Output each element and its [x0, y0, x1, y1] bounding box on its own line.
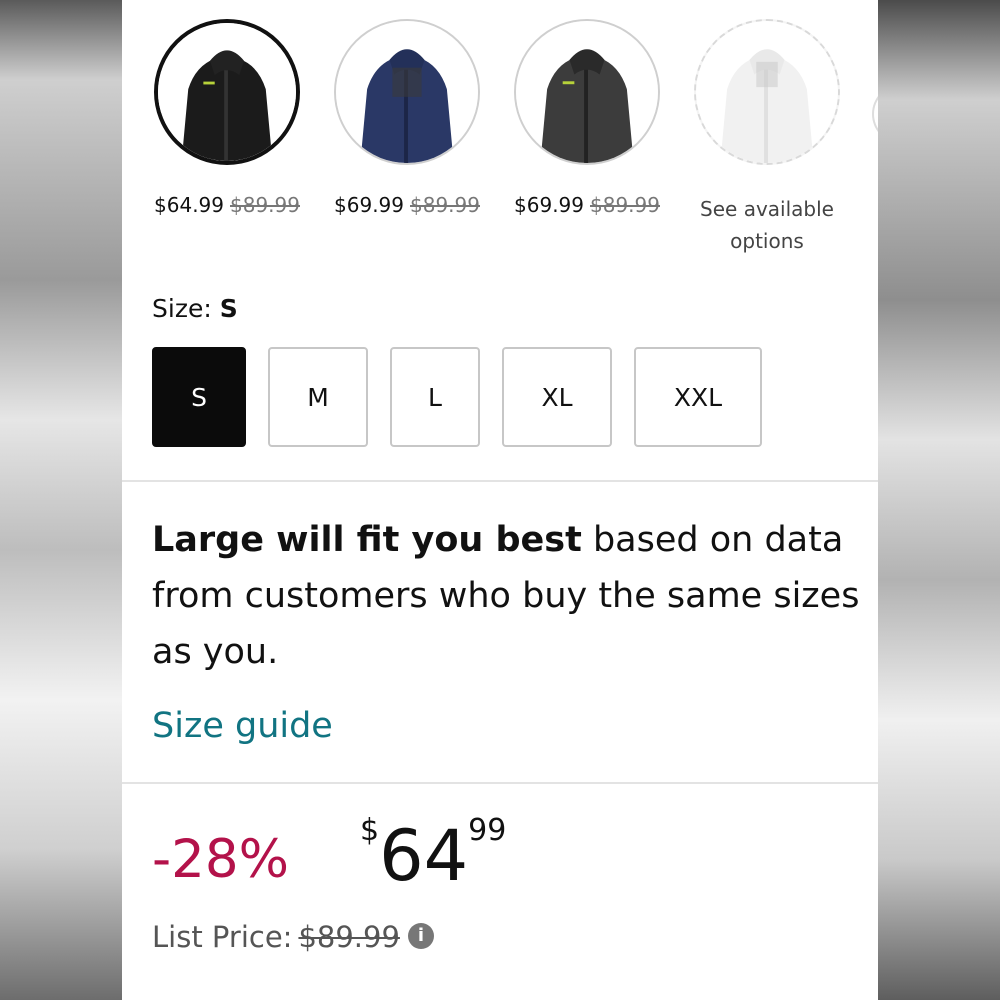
product-page: $64.99 $89.99 $69.99 $89.99 $69.99 $89.9…: [122, 0, 878, 1000]
swatch-white-availability: See available options: [700, 197, 834, 253]
next-swatch-partial[interactable]: [872, 84, 878, 144]
info-icon[interactable]: i: [407, 923, 434, 949]
swatch-white-image: [694, 19, 840, 165]
size-button-m[interactable]: M: [268, 347, 368, 447]
background-left: [0, 0, 122, 1000]
size-guide-link[interactable]: Size guide: [152, 706, 333, 746]
swatch-grey-image: [514, 19, 660, 165]
list-price: List Price: $89.99 i: [152, 920, 434, 954]
fit-recommendation: Large will fit you best based on data fr…: [152, 520, 860, 672]
size-button-xl[interactable]: XL: [502, 347, 612, 447]
price-row: -28% $6499: [152, 813, 852, 905]
divider: [122, 782, 878, 784]
divider: [122, 480, 878, 482]
swatch-navy-image: [334, 19, 480, 165]
background-right: [878, 0, 1000, 1000]
size-button-xxl[interactable]: XXL: [634, 347, 762, 447]
swatch-white[interactable]: See available options: [682, 14, 852, 257]
swatch-grey[interactable]: $69.99 $89.99: [502, 14, 672, 217]
size-button-s[interactable]: S: [152, 347, 246, 447]
discount-percent: -28%: [152, 829, 289, 890]
swatch-black-price: $64.99 $89.99: [154, 193, 300, 217]
color-swatches: $64.99 $89.99 $69.99 $89.99 $69.99 $89.9…: [122, 14, 878, 254]
swatch-grey-price: $69.99 $89.99: [514, 193, 660, 217]
size-button-l[interactable]: L: [390, 347, 480, 447]
swatch-navy-price: $69.99 $89.99: [334, 193, 480, 217]
swatch-black[interactable]: $64.99 $89.99: [142, 14, 312, 217]
current-price: $6499: [360, 813, 507, 897]
swatch-black-image: [154, 19, 300, 165]
swatch-navy[interactable]: $69.99 $89.99: [322, 14, 492, 217]
size-label: Size: S: [152, 294, 238, 323]
